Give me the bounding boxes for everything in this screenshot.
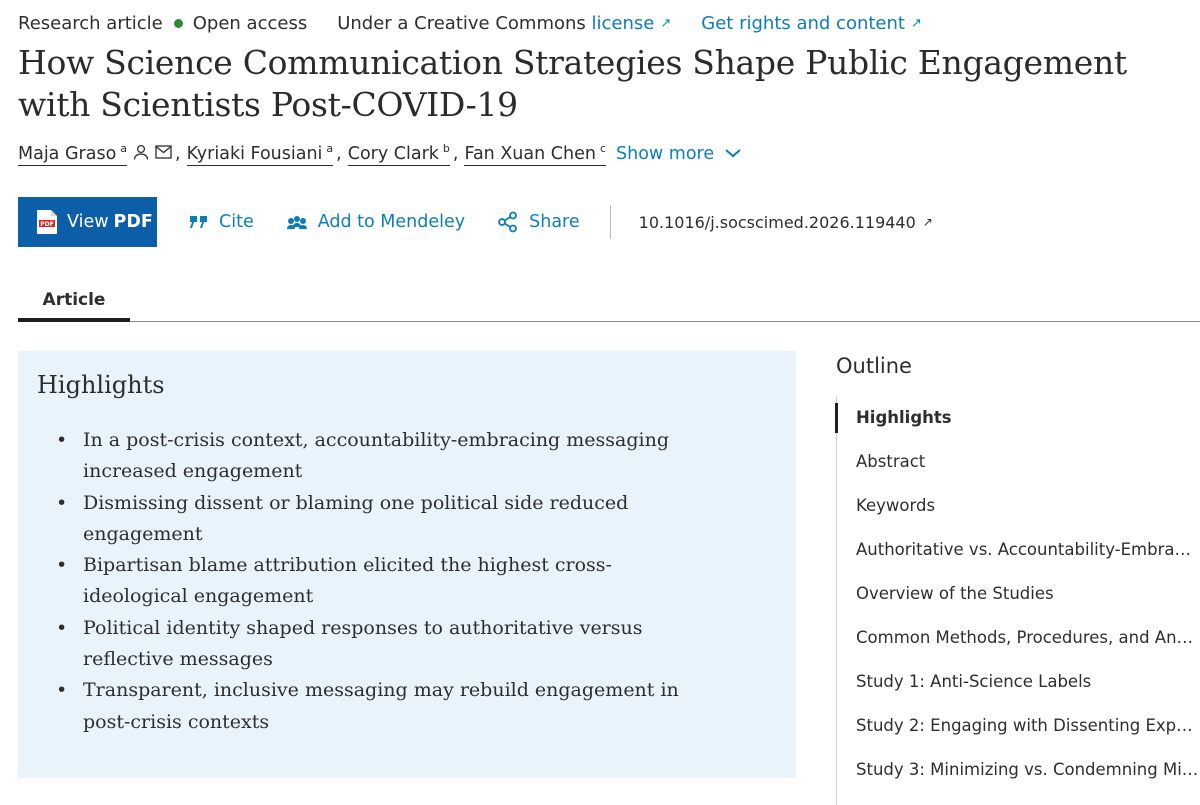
doi-text: 10.1016/j.socscimed.2026.119440 [638, 212, 916, 232]
article-toolbar: PDF View PDF Cite Add to Mendeley Share … [18, 197, 933, 247]
list-item: • In a post-crisis context, accountabilit… [56, 425, 696, 488]
svg-text:PDF: PDF [40, 221, 53, 228]
outline-item-overview[interactable]: Overview of the Studies [836, 572, 1200, 616]
article-type-label: Research article [18, 12, 163, 34]
open-access-label: Open access [192, 12, 308, 34]
outline-heading: Outline [836, 354, 912, 378]
share-button[interactable]: Share [497, 211, 580, 233]
active-tab-indicator [18, 318, 130, 322]
share-label: Share [529, 212, 580, 232]
list-item: • Dismissing dissent or blaming one polit… [56, 488, 696, 551]
highlights-heading: Highlights [37, 371, 165, 399]
bullet-icon: • [56, 429, 68, 451]
list-item: • Political identity shaped responses to … [56, 613, 696, 676]
cite-button[interactable]: Cite [189, 212, 254, 232]
mendeley-label: Add to Mendeley [317, 212, 466, 232]
doi-link[interactable]: 10.1016/j.socscimed.2026.119440 ↗ [639, 213, 933, 232]
outline-item-keywords[interactable]: Keywords [836, 484, 1200, 528]
author-link[interactable]: Cory Clark b [347, 142, 450, 166]
tab-article-label: Article [42, 290, 106, 310]
list-item: • Bipartisan blame attribution elicited t… [56, 550, 696, 613]
share-icon [498, 211, 518, 233]
rights-content-link[interactable]: Get rights and content [701, 13, 905, 34]
article-tabs: Article [18, 283, 1200, 322]
author-link[interactable]: Fan Xuan Chen c [464, 142, 607, 166]
tab-article[interactable]: Article [18, 283, 130, 322]
bullet-icon: • [56, 491, 68, 514]
external-link-icon: ↗ [660, 15, 672, 31]
license-prefix: Under a Creative Commons [337, 12, 586, 34]
show-more-label: Show more [616, 144, 715, 164]
view-pdf-button[interactable]: PDF View PDF [18, 197, 157, 247]
pdf-label: PDF [113, 212, 153, 232]
article-meta-bar: Research article Open access Under a Cre… [18, 10, 922, 36]
article-title: How Science Communication Strategies Sha… [18, 43, 1127, 124]
view-label: View [67, 212, 109, 232]
external-link-icon: ↗ [910, 15, 922, 31]
email-icon[interactable] [155, 144, 172, 164]
cite-label: Cite [219, 212, 254, 232]
outline-nav: Highlights Abstract Keywords Authoritati… [836, 396, 1200, 792]
add-to-mendeley-button[interactable]: Add to Mendeley [286, 212, 465, 232]
chevron-down-icon [724, 144, 742, 164]
bullet-icon: • [56, 554, 68, 577]
external-link-icon: ↗ [922, 215, 933, 229]
author-link[interactable]: Maja Graso a [18, 142, 128, 166]
license-link[interactable]: license [592, 13, 655, 34]
author-list: Maja Graso a , Kyriaki Fousiani a , Cory C… [18, 140, 742, 168]
outline-item-highlights[interactable]: Highlights [836, 396, 1200, 440]
highlights-section: Highlights • In a post-crisis context, ac… [18, 351, 796, 778]
highlights-list: • In a post-crisis context, accountabilit… [56, 425, 696, 738]
quote-icon [190, 216, 207, 228]
pdf-icon: PDF [36, 209, 58, 235]
outline-item-study-3[interactable]: Study 3: Minimizing vs. Condemning Mi… [836, 748, 1200, 792]
outline-item-study-2[interactable]: Study 2: Engaging with Dissenting Expe… [836, 704, 1200, 748]
outline-item-study-1[interactable]: Study 1: Anti-Science Labels [836, 660, 1200, 704]
bullet-icon: • [56, 616, 68, 639]
outline-item-authoritative[interactable]: Authoritative vs. Accountability-Embra… [836, 528, 1200, 572]
open-access-dot-icon [173, 18, 183, 28]
show-more-button[interactable]: Show more [616, 144, 742, 164]
outline-item-abstract[interactable]: Abstract [836, 440, 1200, 484]
toolbar-divider [609, 205, 611, 239]
author-link[interactable]: Kyriaki Fousiani a [186, 142, 334, 166]
list-item: • Transparent, inclusive messaging may re… [56, 675, 696, 738]
outline-item-common-methods[interactable]: Common Methods, Procedures, and An… [836, 616, 1200, 660]
person-icon [133, 144, 149, 165]
bullet-icon: • [56, 679, 68, 702]
mendeley-icon [286, 216, 307, 229]
